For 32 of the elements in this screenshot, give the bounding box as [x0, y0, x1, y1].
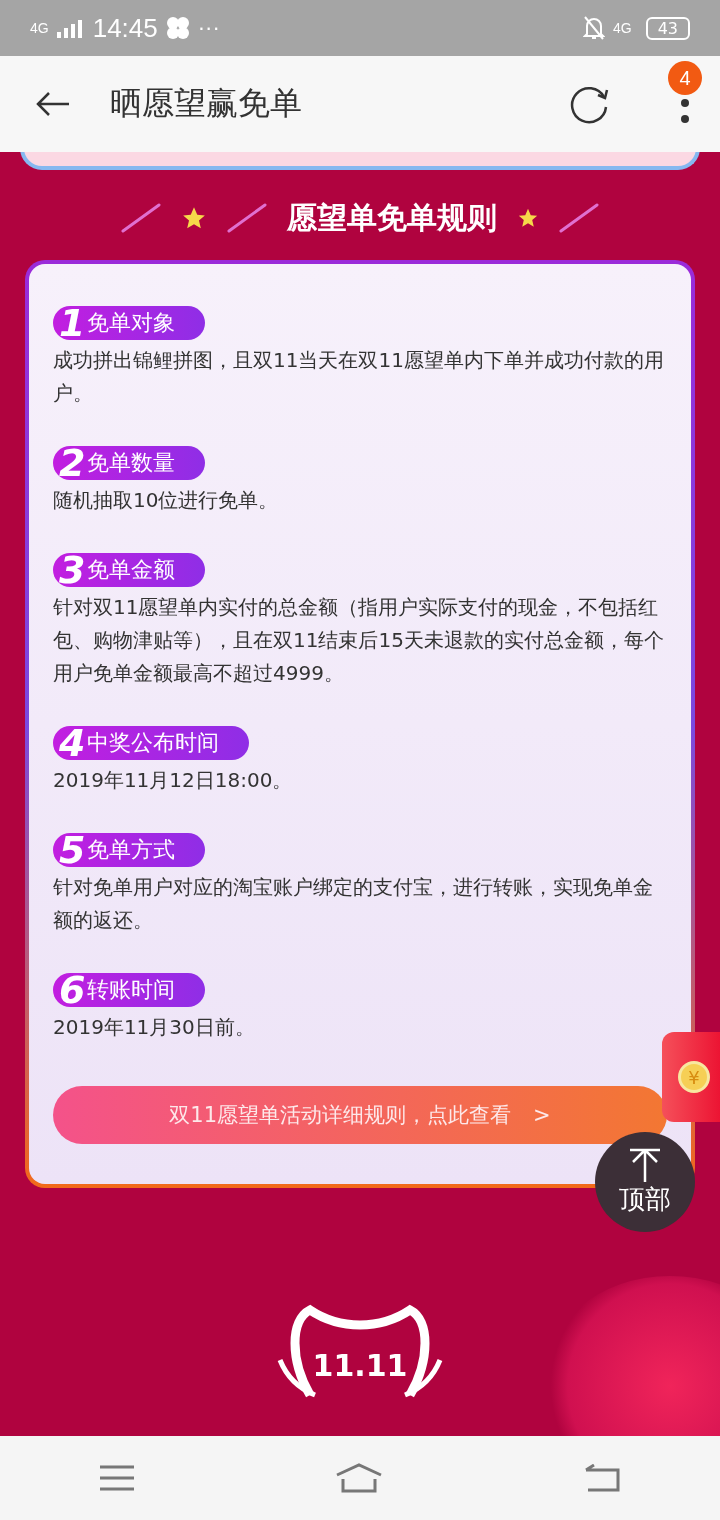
star-icon	[517, 207, 539, 229]
menu-icon[interactable]	[100, 1465, 135, 1491]
more-dots: ···	[197, 15, 220, 41]
rule-text: 针对免单用户对应的淘宝账户绑定的支付宝，进行转账，实现免单金额的返还。	[53, 874, 654, 934]
clock-time: 14:45	[92, 12, 158, 44]
more-menu-icon[interactable]	[680, 99, 690, 123]
back-to-top-button[interactable]: 顶部	[595, 1132, 695, 1232]
battery-indicator: 43	[645, 16, 690, 40]
streak-icon	[227, 203, 267, 233]
cat-logo: 11.11	[270, 1300, 450, 1410]
envelope-button[interactable]: ¥	[662, 1032, 720, 1122]
streak-icon	[121, 203, 161, 233]
back-arrow-icon[interactable]	[36, 91, 70, 117]
network-label: 4G	[30, 20, 49, 36]
streak-icon	[559, 203, 599, 233]
home-icon[interactable]	[335, 1463, 383, 1493]
details-button[interactable]: 双11愿望单活动详细规则，点此查看 >	[53, 1086, 667, 1144]
page-title: 晒愿望赢免单	[110, 83, 303, 124]
pinwheel-icon	[165, 16, 190, 40]
rule-text: 成功拼出锦鲤拼图，且双11当天在双11愿望单内下单并成功付款的用户。	[53, 347, 665, 407]
star-icon	[181, 205, 207, 231]
bell-off-icon	[582, 15, 605, 41]
rule-text: 随机抽取10位进行免单。	[53, 487, 279, 514]
network-label: 4G	[612, 20, 632, 36]
back-icon[interactable]	[583, 1464, 620, 1492]
rule-text: 2019年11月30日前。	[53, 1014, 255, 1041]
up-arrow-icon	[628, 1147, 662, 1182]
signal-icon	[56, 18, 85, 38]
rule-text: 针对双11愿望单内实付的总金额（指用户实际支付的现金，不包括红包、购物津贴等），且在双11结束后15天未退款的实付总金额，每个用户免单金额最高不超过4999。	[53, 594, 665, 687]
section-title: 愿望单免单规则	[287, 198, 497, 237]
rule-text: 2019年11月12日18:00。	[53, 767, 293, 794]
notification-badge: 4	[668, 61, 702, 95]
